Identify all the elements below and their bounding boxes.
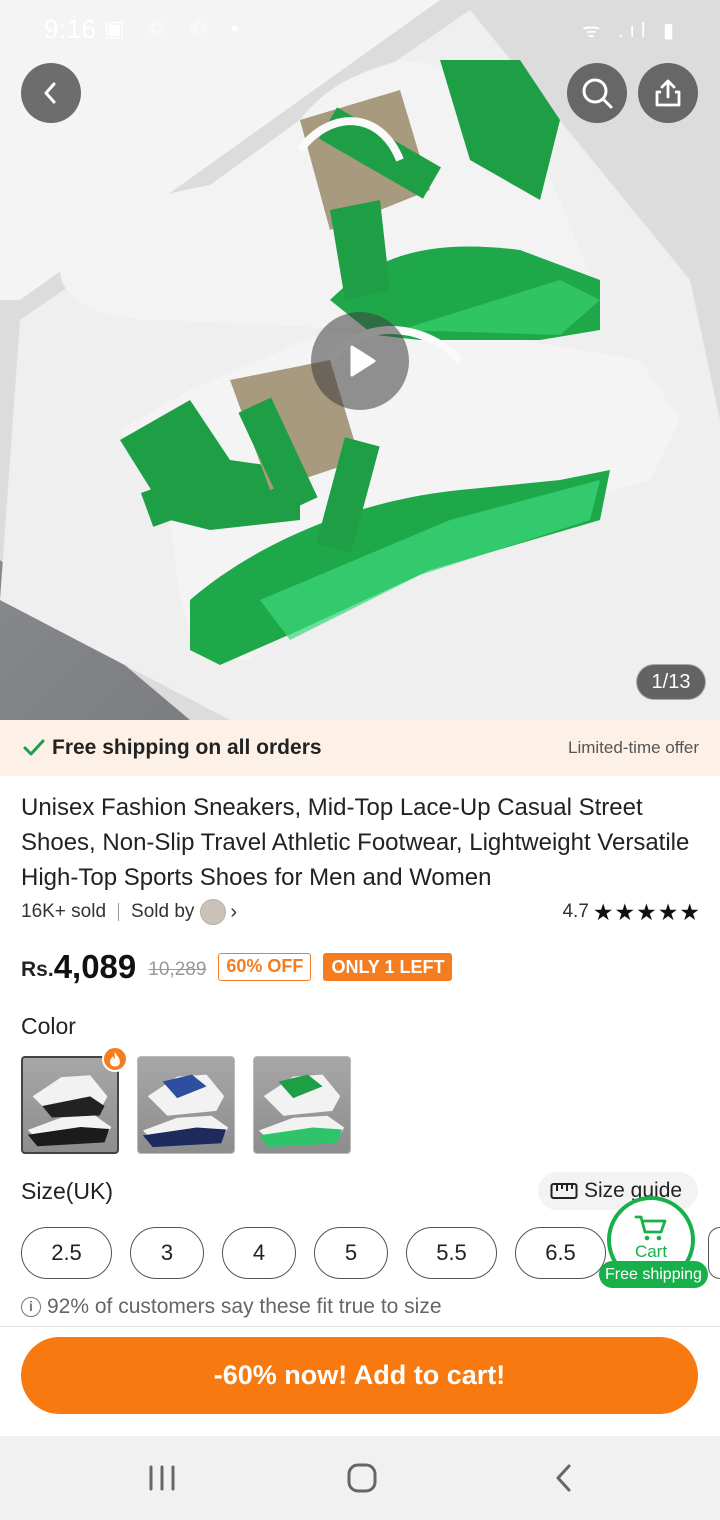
share-icon: [655, 79, 681, 107]
product-image-gallery[interactable]: 9:16 ▣ ♲ ♲ • ᯤ .ıl ▮ 1/13: [0, 0, 720, 720]
back-button[interactable]: [21, 63, 81, 123]
status-bar: 9:16 ▣ ♲ ♲ • ᯤ .ıl ▮: [0, 0, 720, 56]
sales-seller-row: 16K+ sold Sold by › 4.7 ★★★★★: [21, 898, 701, 926]
fit-note: i 92% of customers say these fit true to…: [21, 1295, 442, 1319]
color-swatch-blue[interactable]: [137, 1056, 235, 1154]
free-shipping-text: Free shipping on all orders: [52, 736, 322, 759]
add-to-cart-button[interactable]: -60% now! Add to cart!: [21, 1337, 698, 1414]
system-status-icons: ᯤ .ıl ▮: [582, 20, 680, 42]
recent-apps-icon: [149, 1465, 175, 1491]
size-option-5.5[interactable]: 5.5: [406, 1227, 497, 1279]
swatch-image: [142, 1074, 229, 1148]
size-option-more[interactable]: [708, 1227, 720, 1279]
search-icon: [582, 78, 613, 109]
home-button[interactable]: [312, 1436, 412, 1520]
chevron-right-icon[interactable]: ›: [230, 901, 237, 924]
size-option-3[interactable]: 3: [130, 1227, 204, 1279]
home-icon: [347, 1463, 377, 1493]
chevron-left-icon: [44, 82, 56, 104]
hot-flame-icon: [102, 1046, 128, 1072]
product-title: Unisex Fashion Sneakers, Mid-Top Lace-Up…: [21, 794, 690, 891]
size-option-4[interactable]: 4: [222, 1227, 296, 1279]
discount-badge: 60% OFF: [218, 953, 312, 981]
swatch-image: [27, 1075, 112, 1147]
color-swatch-green[interactable]: [253, 1056, 351, 1154]
info-icon: i: [21, 1297, 41, 1317]
stock-badge: ONLY 1 LEFT: [323, 953, 453, 981]
currency: Rs.: [21, 958, 54, 981]
size-option-6.5[interactable]: 6.5: [515, 1227, 606, 1279]
sold-by-label[interactable]: Sold by: [131, 901, 194, 923]
size-option-2.5[interactable]: 2.5: [21, 1227, 112, 1279]
shopping-cart-icon: [634, 1215, 667, 1241]
recent-apps-button[interactable]: [112, 1436, 212, 1520]
divider: [118, 903, 120, 921]
status-time: 9:16: [44, 14, 97, 44]
cart-label: Cart: [634, 1242, 668, 1261]
color-swatch-black[interactable]: [21, 1056, 119, 1154]
divider: [0, 1326, 720, 1327]
back-arrow-icon: [556, 1464, 571, 1492]
size-label: Size(UK): [21, 1178, 114, 1204]
image-counter: 1/13: [636, 664, 706, 700]
original-price: 10,289: [148, 959, 207, 980]
size-option-5[interactable]: 5: [314, 1227, 388, 1279]
fit-note-text: 92% of customers say these fit true to s…: [47, 1295, 442, 1318]
star-rating-icon: ★★★★★: [592, 898, 701, 925]
system-navigation-bar: [0, 1436, 720, 1520]
search-button[interactable]: [567, 63, 627, 123]
sale-price: 4,089: [53, 948, 137, 985]
swatch-image: [258, 1074, 345, 1148]
sold-count: 16K+ sold: [21, 901, 107, 922]
ruler-icon: [550, 1183, 578, 1199]
play-video-button[interactable]: [311, 312, 409, 410]
free-shipping-banner[interactable]: Free shipping on all orders Limited-time…: [0, 720, 720, 776]
seller-avatar[interactable]: [200, 899, 227, 925]
play-icon: [350, 345, 376, 377]
free-shipping-tag: Free shipping: [599, 1261, 708, 1288]
share-button[interactable]: [638, 63, 698, 123]
limited-offer-text: Limited-time offer: [567, 738, 699, 757]
price-row: Rs. 4,089 10,289 60% OFF ONLY 1 LEFT: [21, 945, 453, 989]
notification-icons: ▣ ♲ ♲ •: [104, 16, 247, 41]
rating-value: 4.7: [562, 901, 589, 922]
color-label: Color: [21, 1013, 76, 1039]
nav-back-button[interactable]: [514, 1436, 614, 1520]
checkmark-icon: [23, 739, 45, 756]
rating[interactable]: 4.7 ★★★★★: [562, 899, 701, 926]
